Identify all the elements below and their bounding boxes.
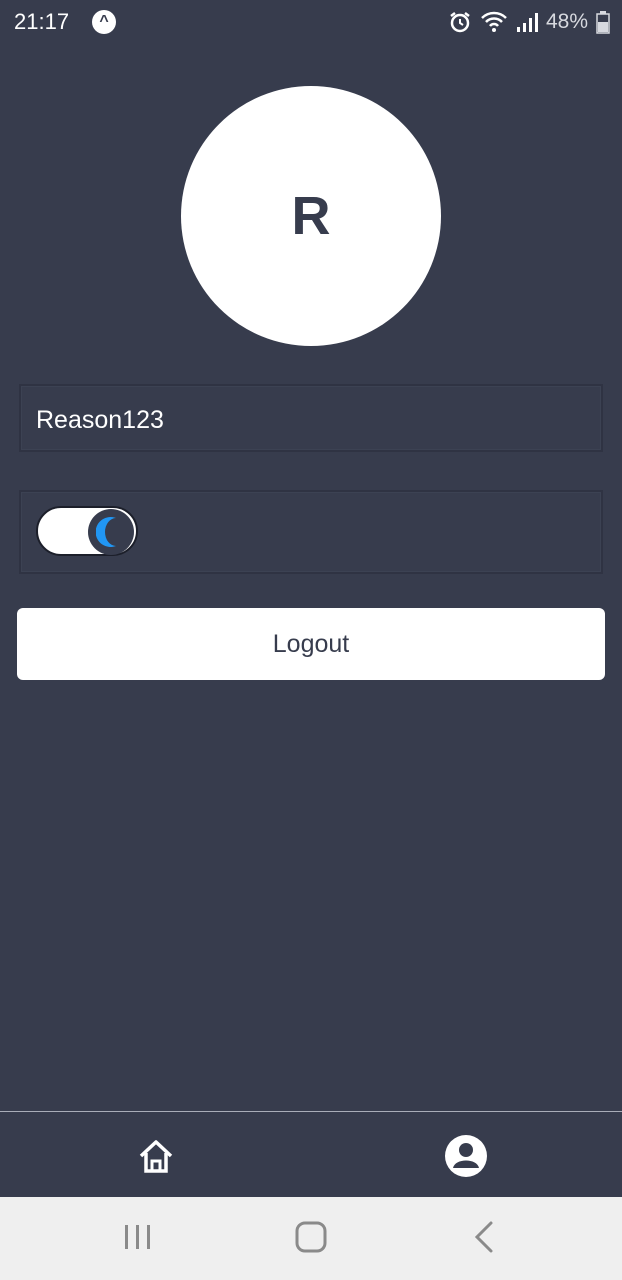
alarm-icon bbox=[450, 12, 470, 33]
system-navigation-bar bbox=[0, 1197, 622, 1280]
profile-icon[interactable] bbox=[444, 1134, 488, 1178]
app-notification-icon: ^ bbox=[92, 10, 116, 34]
home-icon[interactable] bbox=[136, 1136, 176, 1176]
status-bar: 21:17 ^ 48% bbox=[0, 0, 622, 44]
moon-icon bbox=[96, 517, 116, 547]
logout-button[interactable]: Logout bbox=[17, 608, 605, 680]
back-icon[interactable] bbox=[465, 1217, 505, 1257]
battery-percentage: 48% bbox=[545, 10, 588, 33]
dark-mode-toggle[interactable] bbox=[36, 506, 138, 556]
toggle-knob bbox=[88, 509, 134, 555]
theme-toggle-row bbox=[19, 490, 603, 574]
avatar: R bbox=[181, 86, 441, 346]
status-time: 21:17 bbox=[14, 9, 70, 34]
signal-icon bbox=[516, 13, 538, 32]
home-button-icon[interactable] bbox=[291, 1217, 331, 1257]
avatar-initial: R bbox=[291, 186, 331, 246]
username-text: Reason123 bbox=[36, 406, 164, 434]
bottom-navigation bbox=[0, 1111, 622, 1198]
battery-icon bbox=[596, 11, 610, 34]
recent-apps-icon[interactable] bbox=[118, 1217, 158, 1257]
username-field[interactable]: Reason123 bbox=[19, 384, 603, 452]
status-icons: 48% bbox=[448, 8, 610, 36]
wifi-icon bbox=[481, 11, 507, 32]
